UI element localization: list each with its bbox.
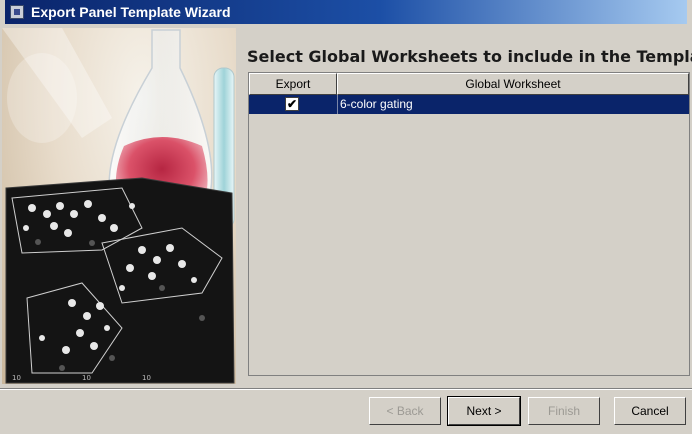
table-row[interactable]: ✔ 6-color gating (249, 95, 689, 114)
worksheet-name-cell[interactable]: 6-color gating (337, 95, 689, 114)
button-bar-divider (0, 388, 692, 390)
global-worksheet-table[interactable]: Export Global Worksheet ✔ 6-color gating (248, 72, 690, 376)
cancel-button[interactable]: Cancel (614, 397, 686, 425)
title-bar[interactable]: Export Panel Template Wizard (5, 0, 687, 24)
column-header-export[interactable]: Export (249, 73, 337, 95)
finish-button[interactable]: Finish (528, 397, 600, 425)
page-heading: Select Global Worksheets to include in t… (247, 47, 692, 66)
lab-illustration: 10 10 10 (2, 28, 235, 384)
export-cell[interactable]: ✔ (249, 95, 337, 114)
svg-text:10: 10 (12, 374, 21, 382)
next-button[interactable]: Next > (447, 396, 521, 426)
svg-text:10: 10 (82, 374, 91, 382)
column-header-global-worksheet[interactable]: Global Worksheet (337, 73, 689, 95)
window-app-icon (10, 5, 24, 19)
table-header: Export Global Worksheet (249, 73, 689, 95)
export-checkbox[interactable]: ✔ (285, 97, 299, 111)
wizard-side-image: 10 10 10 (2, 28, 236, 384)
window-title: Export Panel Template Wizard (31, 4, 231, 20)
svg-text:10: 10 (142, 374, 151, 382)
back-button[interactable]: < Back (369, 397, 441, 425)
